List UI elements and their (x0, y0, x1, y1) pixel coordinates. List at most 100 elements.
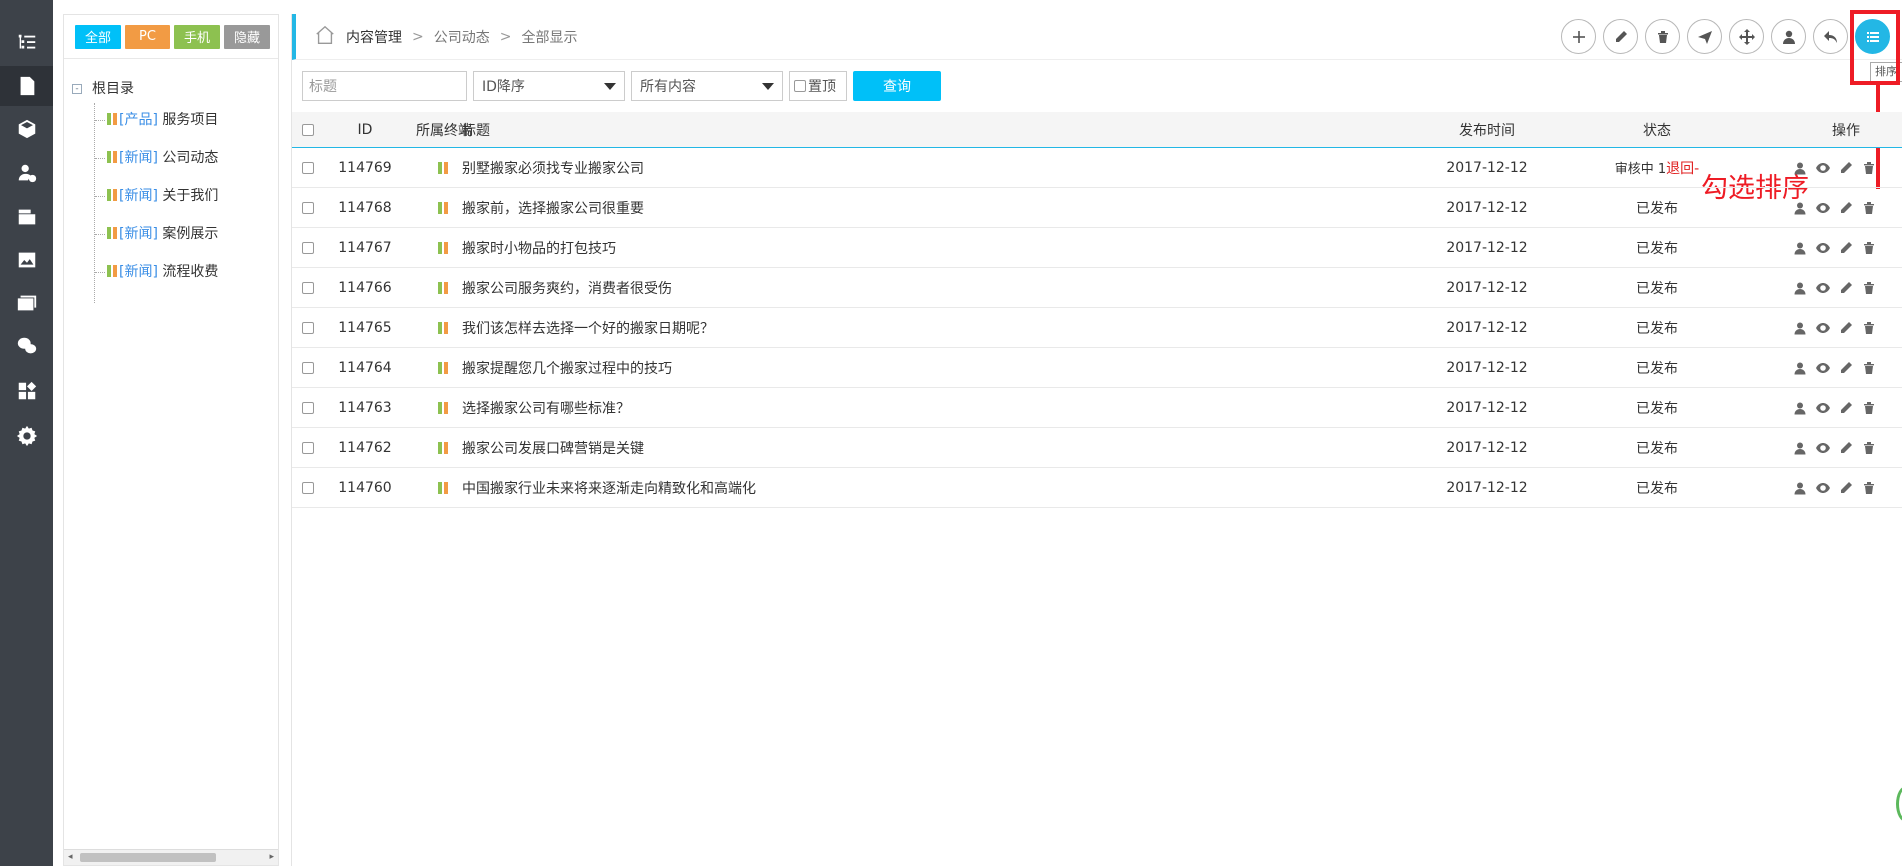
tree-item[interactable]: [产品] 服务项目 (64, 101, 278, 139)
header-date[interactable]: 发布时间 (1412, 112, 1562, 148)
pencil-icon[interactable] (1839, 481, 1853, 495)
table-row[interactable]: 114767 搬家时小物品的打包技巧 2017-12-12 已发布 (292, 228, 1902, 268)
cube-icon[interactable] (0, 109, 53, 149)
pencil-icon[interactable] (1839, 321, 1853, 335)
scroll-left-icon[interactable]: ◂ (68, 852, 73, 862)
row-checkbox-cell[interactable] (302, 468, 314, 507)
query-button[interactable]: 查询 (853, 71, 941, 101)
table-row[interactable]: 114768 搬家前，选择搬家公司很重要 2017-12-12 已发布 (292, 188, 1902, 228)
tree-item[interactable]: [新闻] 公司动态 (64, 139, 278, 177)
trash-icon[interactable] (1862, 241, 1876, 255)
eye-icon[interactable] (1816, 441, 1830, 455)
trash-icon[interactable] (1862, 441, 1876, 455)
user-icon[interactable] (1793, 241, 1807, 255)
row-checkbox[interactable] (302, 281, 314, 294)
trash-icon[interactable] (1862, 161, 1876, 175)
eye-icon[interactable] (1816, 241, 1830, 255)
row-title[interactable]: 搬家公司发展口碑营销是关键 (462, 428, 644, 467)
row-checkbox[interactable] (302, 441, 314, 454)
user-icon[interactable] (1793, 481, 1807, 495)
home-icon[interactable] (314, 24, 336, 50)
header-id[interactable]: ID (335, 112, 395, 148)
tree-root[interactable]: - 根目录 (64, 77, 278, 101)
breadcrumb-content-management[interactable]: 内容管理 (346, 27, 402, 47)
pencil-icon[interactable] (1839, 401, 1853, 415)
row-checkbox[interactable] (302, 401, 314, 414)
table-row[interactable]: 114769 别墅搬家必须找专业搬家公司 2017-12-12 审核中 1 退回- (292, 148, 1902, 188)
table-row[interactable]: 114765 我们该怎样去选择一个好的搬家日期呢？ 2017-12-12 已发布 (292, 308, 1902, 348)
eye-icon[interactable] (1816, 281, 1830, 295)
eye-icon[interactable] (1816, 161, 1830, 175)
filter-all-button[interactable]: 全部 (75, 24, 122, 49)
image-icon[interactable] (0, 240, 53, 280)
trash-icon[interactable] (1862, 281, 1876, 295)
sticky-filter[interactable]: 置顶 (789, 71, 847, 101)
eye-icon[interactable] (1816, 361, 1830, 375)
trash-icon[interactable] (1862, 481, 1876, 495)
pencil-icon[interactable] (1839, 441, 1853, 455)
trash-icon[interactable] (1862, 201, 1876, 215)
eye-icon[interactable] (1816, 401, 1830, 415)
row-checkbox[interactable] (302, 201, 314, 214)
pencil-icon[interactable] (1839, 161, 1853, 175)
content-type-select[interactable]: 所有内容 (631, 71, 783, 101)
user-icon[interactable] (1793, 361, 1807, 375)
order-select[interactable]: ID降序 (473, 71, 625, 101)
reject-link[interactable]: 退回- (1666, 158, 1699, 178)
eye-icon[interactable] (1816, 201, 1830, 215)
row-title[interactable]: 搬家时小物品的打包技巧 (462, 228, 616, 267)
table-row[interactable]: 114762 搬家公司发展口碑营销是关键 2017-12-12 已发布 (292, 428, 1902, 468)
breadcrumb-company-news[interactable]: 公司动态 (434, 27, 490, 47)
gallery-icon[interactable] (0, 283, 53, 323)
row-checkbox-cell[interactable] (302, 348, 314, 387)
row-title[interactable]: 搬家提醒您几个搬家过程中的技巧 (462, 348, 672, 387)
tree-item[interactable]: [新闻] 关于我们 (64, 177, 278, 215)
row-title[interactable]: 搬家公司服务爽约，消费者很受伤 (462, 268, 672, 307)
row-title[interactable]: 搬家前，选择搬家公司很重要 (462, 188, 644, 227)
user-icon[interactable] (1793, 321, 1807, 335)
table-row[interactable]: 114763 选择搬家公司有哪些标准？ 2017-12-12 已发布 (292, 388, 1902, 428)
add-button[interactable] (1561, 19, 1596, 54)
eye-icon[interactable] (1816, 321, 1830, 335)
publish-button[interactable] (1687, 19, 1722, 54)
row-checkbox-cell[interactable] (302, 188, 314, 227)
edit-doc-icon[interactable] (0, 197, 53, 237)
row-checkbox[interactable] (302, 241, 314, 254)
apps-icon[interactable] (0, 371, 53, 411)
select-all-checkbox[interactable] (302, 124, 314, 136)
filter-hidden-button[interactable]: 隐藏 (223, 24, 270, 49)
sticky-checkbox[interactable] (794, 80, 806, 92)
list-tree-icon[interactable] (0, 23, 53, 63)
scrollbar-thumb[interactable] (80, 853, 216, 862)
row-checkbox-cell[interactable] (302, 428, 314, 467)
filter-mobile-button[interactable]: 手机 (173, 24, 220, 49)
tree-item[interactable]: [新闻] 案例展示 (64, 215, 278, 253)
row-checkbox-cell[interactable] (302, 148, 314, 187)
edit-button[interactable] (1603, 19, 1638, 54)
user-check-icon[interactable] (0, 153, 53, 193)
row-title[interactable]: 别墅搬家必须找专业搬家公司 (462, 148, 644, 187)
trash-icon[interactable] (1862, 321, 1876, 335)
trash-icon[interactable] (1862, 361, 1876, 375)
user-icon[interactable] (1793, 401, 1807, 415)
row-checkbox[interactable] (302, 361, 314, 374)
table-row[interactable]: 114766 搬家公司服务爽约，消费者很受伤 2017-12-12 已发布 (292, 268, 1902, 308)
pencil-icon[interactable] (1839, 201, 1853, 215)
table-row[interactable]: 114760 中国搬家行业未来将来逐渐走向精致化和高端化 2017-12-12 已发布 (292, 468, 1902, 508)
settings-icon[interactable] (0, 416, 53, 456)
pencil-icon[interactable] (1839, 361, 1853, 375)
user-icon[interactable] (1793, 201, 1807, 215)
row-checkbox-cell[interactable] (302, 228, 314, 267)
back-button[interactable] (1813, 19, 1848, 54)
title-search-input[interactable]: 标题 (302, 71, 467, 101)
move-button[interactable] (1729, 19, 1764, 54)
pencil-icon[interactable] (1839, 281, 1853, 295)
tree-horizontal-scrollbar[interactable]: ◂ ▸ (64, 849, 278, 865)
trash-icon[interactable] (1862, 401, 1876, 415)
row-checkbox[interactable] (302, 321, 314, 334)
floating-help-button[interactable] (1896, 786, 1902, 822)
row-title[interactable]: 选择搬家公司有哪些标准？ (462, 388, 630, 427)
wechat-icon[interactable] (0, 326, 53, 366)
row-title[interactable]: 我们该怎样去选择一个好的搬家日期呢？ (462, 308, 714, 347)
row-checkbox[interactable] (302, 481, 314, 494)
